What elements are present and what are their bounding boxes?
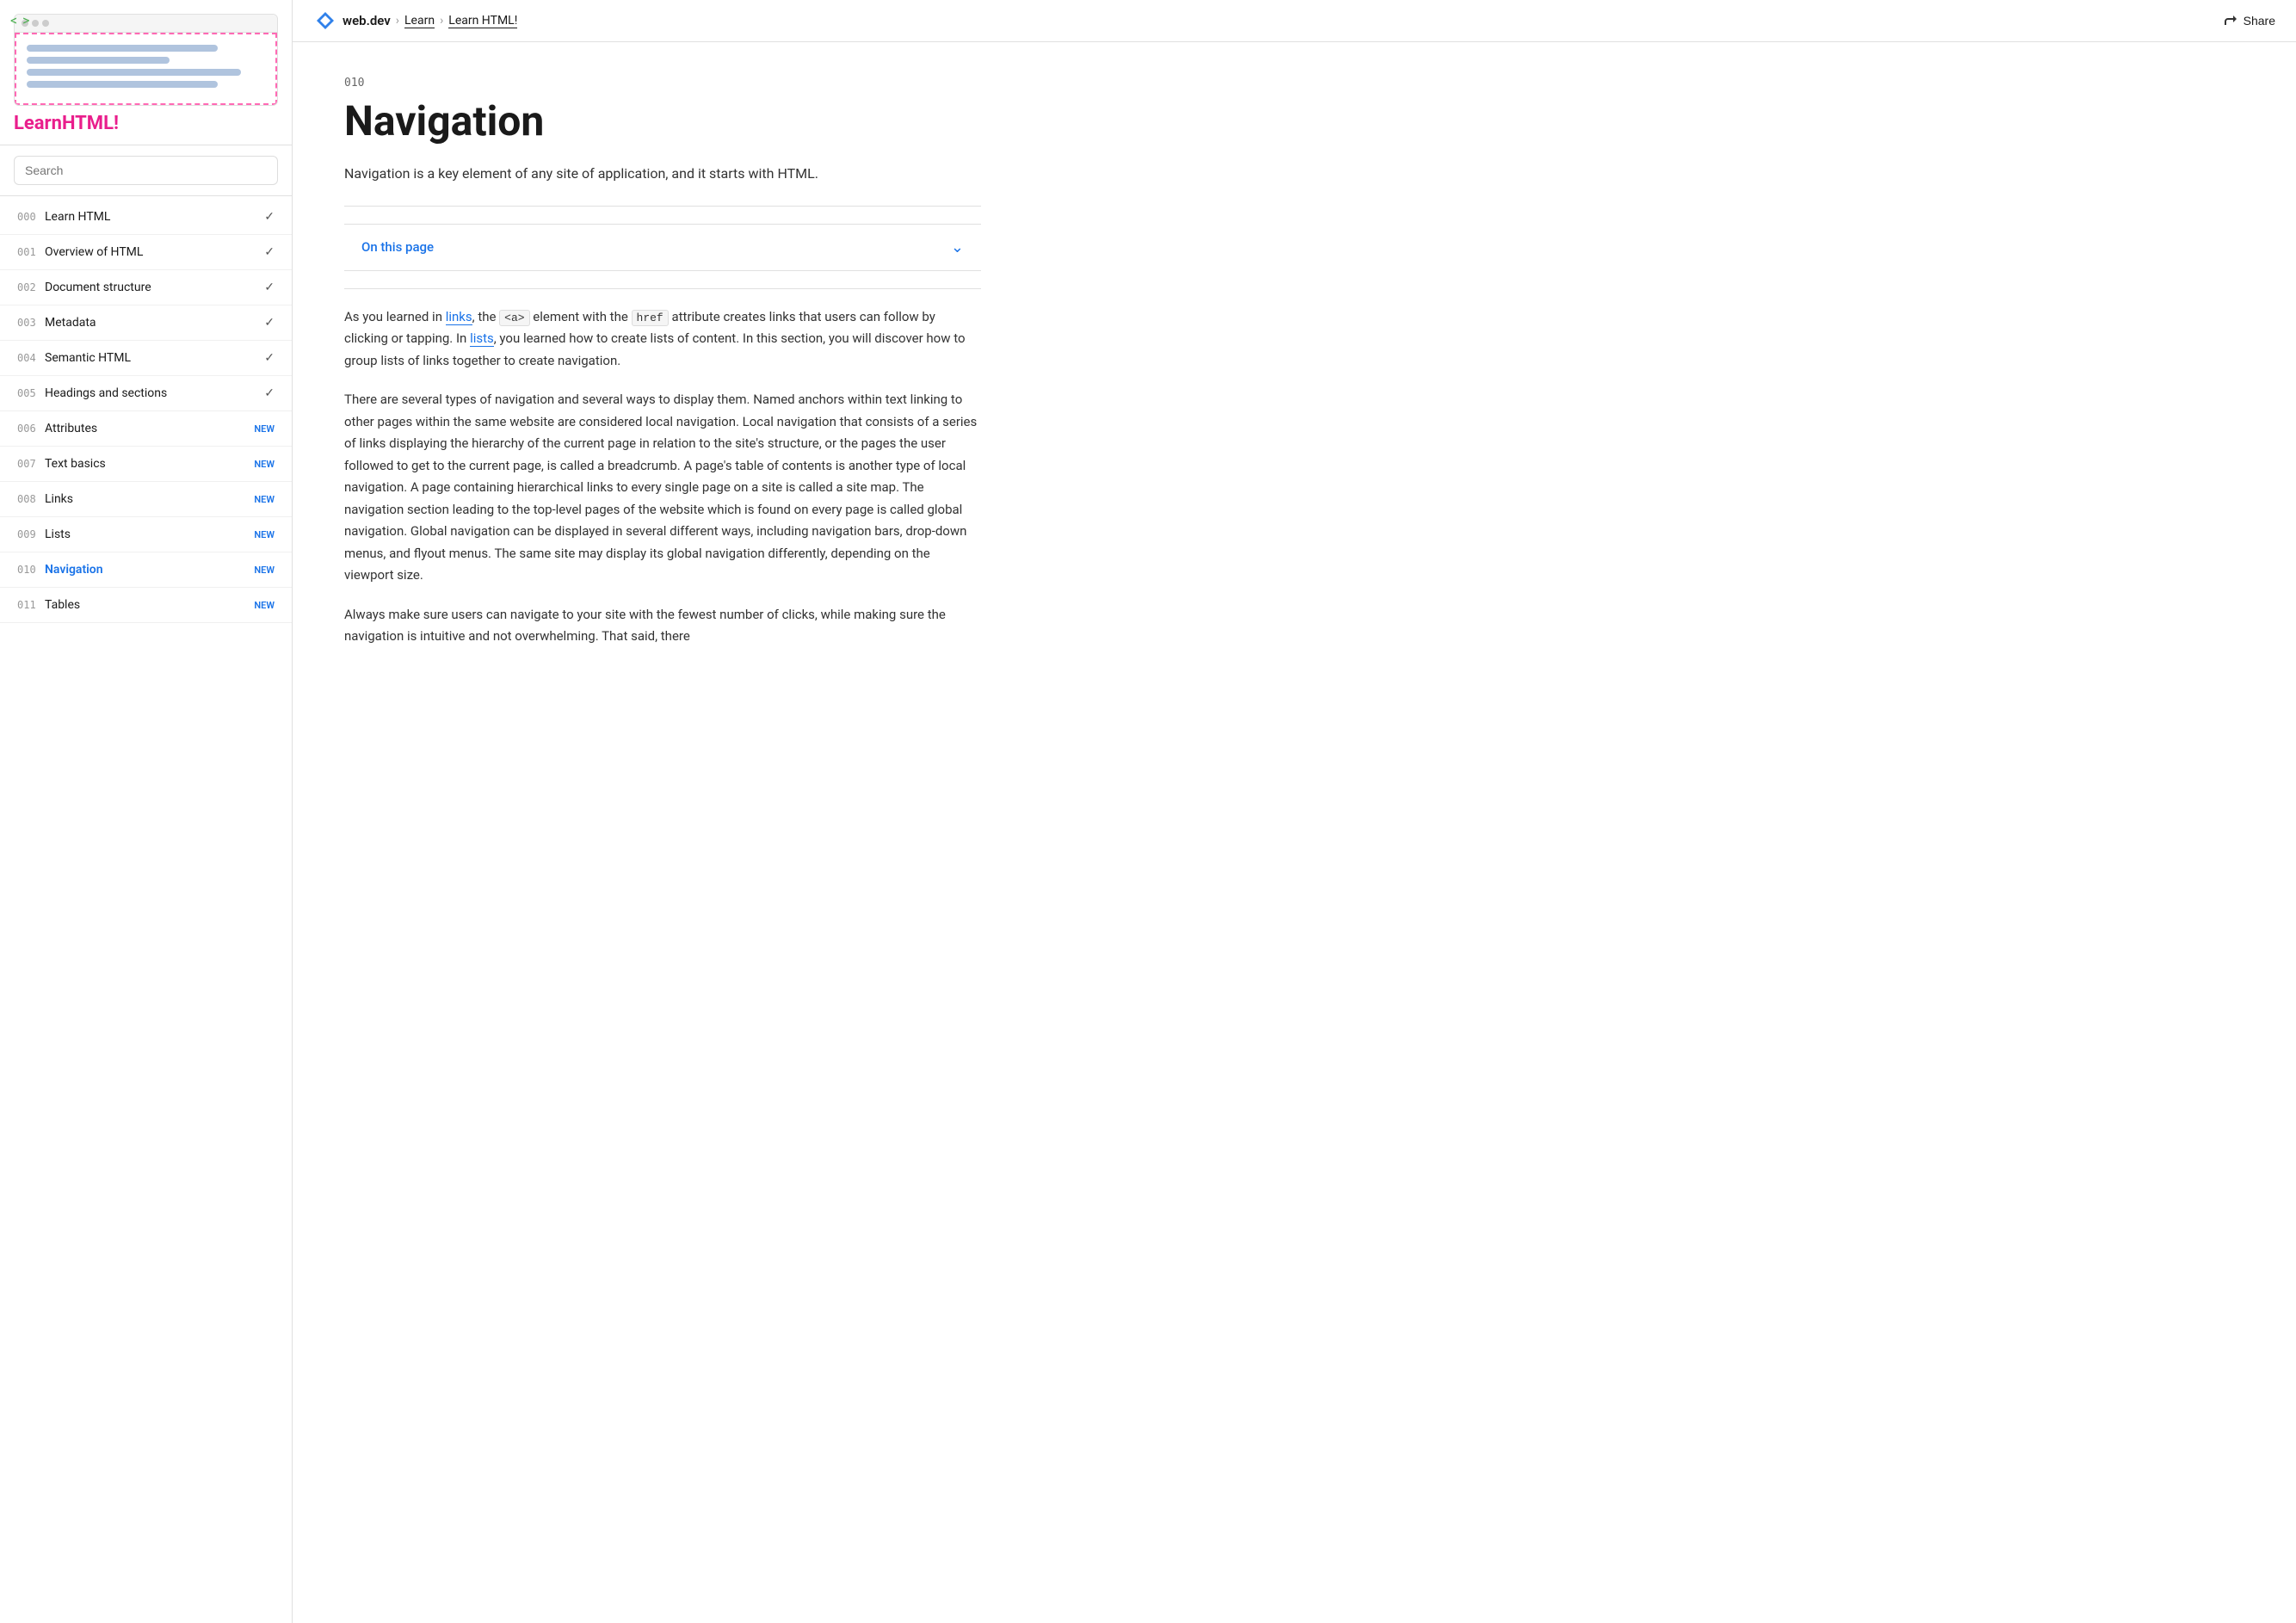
- sidebar-item-text-basics[interactable]: 007 Text basics NEW: [0, 447, 292, 482]
- nav-label: Navigation: [45, 563, 254, 577]
- check-icon: ✓: [264, 245, 275, 259]
- new-badge: NEW: [254, 494, 275, 505]
- sidebar-item-metadata[interactable]: 003 Metadata ✓: [0, 305, 292, 341]
- nav-label: Tables: [45, 598, 254, 612]
- nav-number: 003: [17, 317, 45, 329]
- sidebar-item-attributes[interactable]: 006 Attributes NEW: [0, 411, 292, 447]
- nav-number: 008: [17, 493, 45, 505]
- nav-label: Metadata: [45, 316, 264, 330]
- chevron-right-icon[interactable]: >: [22, 12, 29, 28]
- search-area: [0, 145, 292, 196]
- browser-line-3: [27, 69, 241, 76]
- main-content: web.dev › Learn › Learn HTML! Share 010 …: [293, 0, 2296, 1623]
- breadcrumb-learn-html[interactable]: Learn HTML!: [448, 14, 517, 28]
- nav-number: 006: [17, 423, 45, 435]
- new-badge: NEW: [254, 529, 275, 540]
- body-paragraph-3: Always make sure users can navigate to y…: [344, 604, 981, 648]
- sidebar-item-document[interactable]: 002 Document structure ✓: [0, 270, 292, 305]
- breadcrumb-sep-1: ›: [396, 14, 399, 28]
- lists-link[interactable]: lists: [470, 330, 494, 347]
- nav-number: 004: [17, 352, 45, 364]
- nav-list: 000 Learn HTML ✓ 001 Overview of HTML ✓ …: [0, 196, 292, 1623]
- nav-number: 000: [17, 211, 45, 223]
- logo-area: < > LearnHTML!: [0, 0, 292, 145]
- share-button[interactable]: Share: [2225, 14, 2275, 28]
- sidebar-item-overview[interactable]: 001 Overview of HTML ✓: [0, 235, 292, 270]
- browser-line-4: [27, 81, 218, 88]
- breadcrumb: web.dev › Learn › Learn HTML!: [313, 9, 517, 33]
- nav-label: Document structure: [45, 281, 264, 294]
- browser-preview: [14, 14, 278, 106]
- check-icon: ✓: [264, 316, 275, 330]
- browser-line-2: [27, 57, 170, 64]
- new-badge: NEW: [254, 423, 275, 435]
- sidebar-item-learn-html[interactable]: 000 Learn HTML ✓: [0, 200, 292, 235]
- browser-dot-2: [32, 20, 39, 27]
- nav-label: Headings and sections: [45, 386, 264, 400]
- share-label: Share: [2244, 14, 2275, 28]
- browser-dot-3: [42, 20, 49, 27]
- nav-number: 001: [17, 246, 45, 258]
- nav-label: Lists: [45, 528, 254, 541]
- logo-plain: Learn: [14, 113, 62, 134]
- logo-colored: HTML!: [62, 113, 119, 134]
- nav-number: 002: [17, 281, 45, 293]
- breadcrumb-learn[interactable]: Learn: [404, 14, 435, 28]
- nav-label: Attributes: [45, 422, 254, 435]
- nav-label: Semantic HTML: [45, 351, 264, 365]
- body-paragraph-2: There are several types of navigation an…: [344, 389, 981, 587]
- check-icon: ✓: [264, 386, 275, 400]
- sidebar-item-tables[interactable]: 011 Tables NEW: [0, 588, 292, 623]
- browser-titlebar: [15, 15, 277, 33]
- sidebar-item-headings[interactable]: 005 Headings and sections ✓: [0, 376, 292, 411]
- sidebar-item-lists[interactable]: 009 Lists NEW: [0, 517, 292, 552]
- webdev-logo-icon: [313, 9, 337, 33]
- chevron-down-icon: ⌄: [951, 238, 964, 256]
- sidebar-item-navigation[interactable]: 010 Navigation NEW: [0, 552, 292, 588]
- nav-number: 011: [17, 599, 45, 611]
- webdev-logo-text: web.dev: [343, 13, 391, 28]
- nav-number: 005: [17, 387, 45, 399]
- nav-number: 009: [17, 528, 45, 540]
- sidebar-item-semantic[interactable]: 004 Semantic HTML ✓: [0, 341, 292, 376]
- sidebar-logo: LearnHTML!: [14, 113, 278, 134]
- search-input[interactable]: [14, 156, 278, 185]
- divider-1: [344, 206, 981, 207]
- body-paragraph-1: As you learned in links, the <a> element…: [344, 306, 981, 373]
- section-number: 010: [344, 77, 981, 89]
- nav-number: 007: [17, 458, 45, 470]
- check-icon: ✓: [264, 210, 275, 224]
- href-attr-code: href: [632, 310, 669, 326]
- article-content: 010 Navigation Navigation is a key eleme…: [293, 42, 1033, 1623]
- webdev-logo[interactable]: web.dev: [313, 9, 391, 33]
- browser-controls: < >: [10, 12, 30, 28]
- chevron-left-icon[interactable]: <: [10, 12, 17, 28]
- on-this-page-toggle[interactable]: On this page ⌄: [344, 224, 981, 271]
- topbar: web.dev › Learn › Learn HTML! Share: [293, 0, 2296, 42]
- browser-content: [15, 33, 277, 105]
- sidebar-item-links[interactable]: 008 Links NEW: [0, 482, 292, 517]
- nav-number: 010: [17, 564, 45, 576]
- nav-label: Learn HTML: [45, 210, 264, 224]
- page-subtitle: Navigation is a key element of any site …: [344, 163, 981, 185]
- nav-label: Overview of HTML: [45, 245, 264, 259]
- divider-2: [344, 288, 981, 289]
- browser-line-1: [27, 45, 218, 52]
- new-badge: NEW: [254, 600, 275, 611]
- nav-label: Links: [45, 492, 254, 506]
- share-icon: [2225, 14, 2238, 28]
- new-badge: NEW: [254, 565, 275, 576]
- a-tag-code: <a>: [499, 310, 529, 326]
- new-badge: NEW: [254, 459, 275, 470]
- check-icon: ✓: [264, 281, 275, 294]
- on-this-page-label: On this page: [361, 239, 434, 255]
- page-title: Navigation: [344, 96, 981, 145]
- check-icon: ✓: [264, 351, 275, 365]
- nav-label: Text basics: [45, 457, 254, 471]
- sidebar: < > LearnHTML! 000 Learn HTML: [0, 0, 293, 1623]
- breadcrumb-sep-2: ›: [440, 14, 443, 28]
- links-link[interactable]: links: [446, 309, 472, 325]
